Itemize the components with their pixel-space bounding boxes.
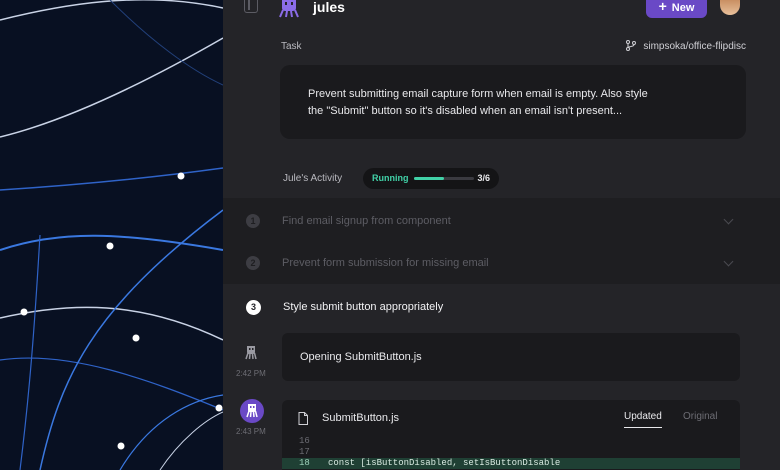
line-number: 17 — [299, 447, 310, 457]
app-name: jules — [313, 0, 345, 15]
step-item-2[interactable]: 2 Prevent form submission for missing em… — [223, 242, 780, 282]
progress-bar — [414, 177, 474, 180]
main-panel: jules + New Task simpsoka/office-flipdisc… — [223, 0, 780, 470]
step-number: 1 — [246, 214, 260, 228]
step-number: 2 — [246, 256, 260, 270]
octopus-bot-icon — [246, 404, 258, 418]
file-icon — [298, 412, 308, 425]
repo-name: simpsoka/office-flipdisc — [643, 41, 746, 52]
task-label: Task — [281, 41, 302, 52]
new-button[interactable]: + New — [646, 0, 707, 18]
task-description: Prevent submitting email capture form wh… — [280, 65, 746, 139]
current-step-number: 3 — [246, 300, 261, 315]
background-artwork — [0, 0, 223, 470]
branch-icon — [626, 40, 637, 51]
message-bubble: Opening SubmitButton.js — [282, 333, 740, 381]
progress-fill — [414, 177, 444, 180]
code-diff-panel: SubmitButton.js Updated Original 16 17 1… — [282, 400, 740, 470]
step-label: Prevent form submission for missing emai… — [282, 257, 489, 269]
code-line: 16 — [282, 436, 740, 447]
message-text: Opening SubmitButton.js — [300, 351, 422, 363]
line-number: 18 — [299, 458, 310, 468]
current-step-label: Style submit button appropriately — [283, 301, 444, 313]
new-button-label: New — [671, 2, 695, 14]
message-time: 2:43 PM — [236, 427, 266, 436]
sidebar-toggle-icon[interactable] — [244, 0, 258, 13]
code-line: 17 — [282, 447, 740, 458]
completed-steps: 1 Find email signup from component 2 Pre… — [223, 198, 780, 284]
repo-link[interactable]: simpsoka/office-flipdisc — [626, 40, 746, 52]
octopus-bot-icon — [245, 346, 257, 360]
plus-icon: + — [658, 0, 667, 14]
step-item-1[interactable]: 1 Find email signup from component — [223, 200, 780, 240]
chevron-down-icon[interactable] — [723, 214, 734, 225]
avatar[interactable] — [720, 0, 740, 15]
octopus-logo-icon — [279, 0, 299, 18]
line-number: 16 — [299, 436, 310, 446]
status-text: Running — [372, 173, 409, 183]
top-bar: jules + New — [223, 0, 780, 22]
status-badge: Running 3/6 — [363, 168, 499, 189]
file-name: SubmitButton.js — [322, 412, 400, 424]
task-line-2: the "Submit" button so it's disabled whe… — [308, 105, 623, 117]
code-line-added: 18 const [isButtonDisabled, setIsButtonD… — [282, 458, 740, 469]
task-line-1: Prevent submitting email capture form wh… — [308, 88, 648, 100]
tab-updated[interactable]: Updated — [624, 411, 662, 428]
message-time: 2:42 PM — [236, 369, 266, 378]
step-label: Find email signup from component — [282, 215, 451, 227]
line-code: const [isButtonDisabled, setIsButtonDisa… — [328, 458, 561, 468]
activity-label: Jule's Activity — [283, 173, 343, 184]
chevron-down-icon[interactable] — [723, 256, 734, 267]
bot-avatar — [240, 399, 264, 423]
tab-original[interactable]: Original — [683, 411, 717, 422]
progress-count: 3/6 — [477, 173, 490, 183]
